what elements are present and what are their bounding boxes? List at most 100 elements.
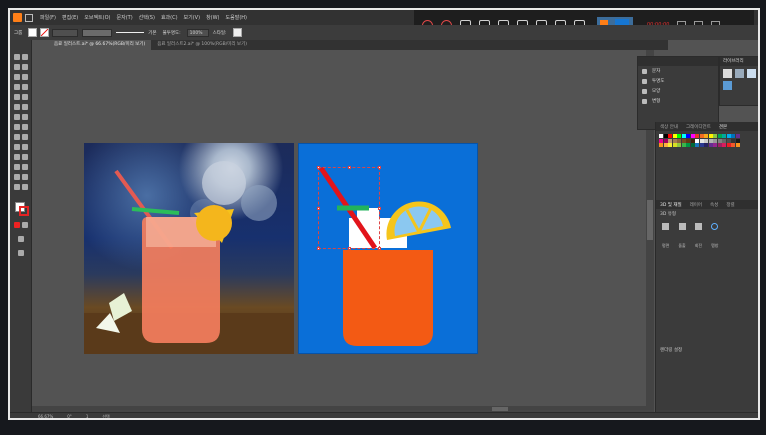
panel-item-type[interactable]: 문자 xyxy=(638,66,718,76)
menu-window[interactable]: 창(W) xyxy=(203,14,222,21)
swatch[interactable] xyxy=(708,138,713,143)
swatch[interactable] xyxy=(663,138,668,143)
curvature-tool-icon[interactable] xyxy=(22,74,28,80)
swatch[interactable] xyxy=(704,134,708,138)
panel-item-transform[interactable]: 변형 xyxy=(638,96,718,106)
swatch[interactable] xyxy=(713,138,717,143)
swatch[interactable] xyxy=(704,138,708,143)
none-mode-icon[interactable] xyxy=(22,222,28,228)
swatch[interactable] xyxy=(672,138,677,143)
menu-select[interactable]: 선택(S) xyxy=(136,14,158,21)
artboard-number[interactable]: 1 xyxy=(86,414,89,418)
hand-tool-icon[interactable] xyxy=(14,184,20,190)
tab-align[interactable]: 정렬 xyxy=(722,202,738,208)
opacity-field[interactable]: 100% xyxy=(186,28,209,37)
3d-revolve-option[interactable]: 회전 xyxy=(695,223,702,251)
swatch[interactable] xyxy=(726,138,731,143)
3d-inflate-option[interactable]: 팽창 xyxy=(711,223,719,251)
swatch[interactable] xyxy=(672,143,677,147)
rectangle-tool-icon[interactable] xyxy=(14,94,20,100)
library-thumb[interactable] xyxy=(723,69,732,78)
artboard-tool-icon[interactable] xyxy=(14,174,20,180)
zoom-level[interactable]: 66.67% xyxy=(38,414,53,418)
paintbrush-tool-icon[interactable] xyxy=(22,94,28,100)
swatch[interactable] xyxy=(686,143,690,147)
swatch[interactable] xyxy=(726,134,731,138)
swatch[interactable] xyxy=(695,134,699,138)
swatch[interactable] xyxy=(731,134,735,138)
swatch[interactable] xyxy=(713,134,717,138)
swatch[interactable] xyxy=(731,138,735,143)
swatch[interactable] xyxy=(726,143,731,147)
swatch[interactable] xyxy=(686,134,690,138)
3d-extrude-option[interactable]: 돌출 xyxy=(678,223,686,251)
color-mode-icon[interactable] xyxy=(14,222,20,228)
swatch[interactable] xyxy=(708,134,713,138)
tab-layers[interactable]: 레이어 xyxy=(686,202,706,208)
swatch[interactable] xyxy=(717,138,722,143)
swatch[interactable] xyxy=(735,138,740,143)
lasso-icon[interactable] xyxy=(22,64,28,70)
home-icon[interactable] xyxy=(25,13,33,22)
selection-tool-icon[interactable] xyxy=(14,54,20,60)
panel-item-appearance[interactable]: 모양 xyxy=(638,86,718,96)
shape-builder-icon[interactable] xyxy=(14,134,20,140)
draw-mode-icon[interactable] xyxy=(18,236,24,242)
slice-tool-icon[interactable] xyxy=(22,174,28,180)
menu-view[interactable]: 보기(V) xyxy=(181,14,204,21)
graph-tool-icon[interactable] xyxy=(22,164,28,170)
menu-effect[interactable]: 효과(C) xyxy=(158,14,181,21)
swatch[interactable] xyxy=(717,134,722,138)
library-thumb[interactable] xyxy=(735,69,744,78)
perspective-grid-icon[interactable] xyxy=(22,134,28,140)
magic-wand-icon[interactable] xyxy=(14,64,20,70)
type-tool-icon[interactable] xyxy=(14,84,20,90)
swatch[interactable] xyxy=(672,134,677,138)
stroke-swatch[interactable] xyxy=(40,28,50,37)
tab-color-guide[interactable]: 색상 안내 xyxy=(656,124,682,130)
library-thumb[interactable] xyxy=(723,81,732,90)
swatch[interactable] xyxy=(722,138,726,143)
swatch[interactable] xyxy=(717,143,722,147)
eyedropper-icon[interactable] xyxy=(14,154,20,160)
swatch[interactable] xyxy=(677,143,681,147)
tab-3d-materials[interactable]: 3D 및 재질 xyxy=(656,202,686,208)
gradient-tool-icon[interactable] xyxy=(22,144,28,150)
tab-gradient[interactable]: 그레이디언트 xyxy=(682,124,715,130)
pen-tool-icon[interactable] xyxy=(14,74,20,80)
symbol-sprayer-icon[interactable] xyxy=(14,164,20,170)
swatch[interactable] xyxy=(699,143,704,147)
libraries-tab[interactable]: 라이브러리 xyxy=(720,57,758,66)
scale-tool-icon[interactable] xyxy=(22,114,28,120)
swatch[interactable] xyxy=(659,138,663,143)
swatch[interactable] xyxy=(668,138,672,143)
swatch[interactable] xyxy=(735,134,740,138)
swatch[interactable] xyxy=(690,138,695,143)
stroke-weight-field[interactable] xyxy=(52,28,79,37)
direct-selection-tool-icon[interactable] xyxy=(22,54,28,60)
menu-edit[interactable]: 편집(E) xyxy=(59,14,81,21)
variable-width-field[interactable] xyxy=(82,28,113,37)
swatch[interactable] xyxy=(659,134,663,138)
rotate-tool-icon[interactable] xyxy=(14,114,20,120)
tab-document-2[interactable]: 음료 일러스트2.ai* @ 100%(RGB/미리 보기) xyxy=(151,40,253,50)
panel-item-transparency[interactable]: 투명도 xyxy=(638,76,718,86)
screen-mode-icon[interactable] xyxy=(18,250,24,256)
swatch[interactable] xyxy=(663,134,668,138)
menu-type[interactable]: 문자(T) xyxy=(114,14,136,21)
artboard-photo[interactable] xyxy=(84,143,294,354)
swatch[interactable] xyxy=(722,134,726,138)
style-swatch[interactable] xyxy=(232,28,242,37)
swatch[interactable] xyxy=(699,138,704,143)
swatch[interactable] xyxy=(686,138,690,143)
swatch[interactable] xyxy=(735,143,740,147)
swatch[interactable] xyxy=(677,134,681,138)
swatch[interactable] xyxy=(699,134,704,138)
swatch[interactable] xyxy=(695,138,699,143)
swatch[interactable] xyxy=(681,138,686,143)
menu-file[interactable]: 파일(F) xyxy=(37,14,59,21)
menu-help[interactable]: 도움말(H) xyxy=(223,14,250,21)
swatch[interactable] xyxy=(681,143,686,147)
floating-panel-header[interactable] xyxy=(638,57,718,66)
pencil-tool-icon[interactable] xyxy=(14,104,20,110)
